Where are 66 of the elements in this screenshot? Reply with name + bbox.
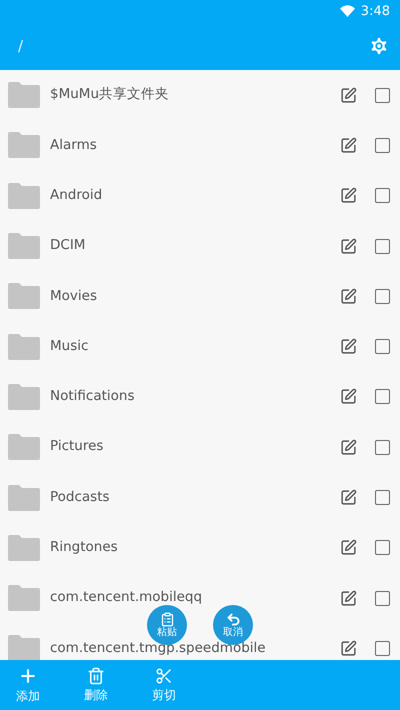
edit-icon: [340, 187, 357, 204]
rename-button[interactable]: [340, 288, 357, 305]
folder-name[interactable]: Android: [50, 188, 340, 202]
checkbox[interactable]: [375, 138, 390, 153]
folder-icon: [8, 434, 40, 460]
rename-button[interactable]: [340, 136, 357, 154]
folder-icon: [8, 534, 40, 561]
wifi-icon: [340, 5, 355, 17]
folder-icon: [8, 82, 40, 108]
folder-name[interactable]: Ringtones: [50, 541, 340, 555]
edit-icon: [340, 489, 357, 506]
folder-name[interactable]: Podcasts: [50, 490, 340, 504]
rename-button[interactable]: [340, 489, 357, 506]
checkbox[interactable]: [375, 640, 390, 656]
folder-icon: [8, 182, 40, 209]
checkbox[interactable]: [375, 238, 390, 254]
checkbox[interactable]: [375, 188, 390, 204]
rename-button[interactable]: [340, 86, 357, 104]
rename-button[interactable]: [340, 238, 357, 255]
undo-arrow-icon: [226, 612, 240, 627]
edit-icon: [340, 438, 357, 456]
status-time: 3:48: [360, 4, 390, 18]
folder-icon: [8, 334, 40, 360]
edit-icon: [340, 288, 357, 305]
folder-name[interactable]: Music: [50, 340, 340, 354]
edit-icon: [340, 590, 357, 607]
rename-button[interactable]: [340, 590, 357, 607]
rename-button[interactable]: [340, 338, 357, 356]
rename-button[interactable]: [340, 640, 357, 657]
edit-icon: [340, 388, 357, 406]
edit-icon: [340, 640, 357, 657]
folder-icon: [8, 484, 40, 511]
folder-name[interactable]: com.tencent.mobileqq: [50, 591, 340, 605]
edit-icon: [340, 86, 357, 104]
folder-icon: [8, 132, 40, 158]
folder-name[interactable]: Alarms: [50, 138, 340, 152]
clipboard-icon: [160, 612, 174, 627]
folder-name[interactable]: $MuMu共享文件夹: [50, 88, 340, 102]
checkbox[interactable]: [375, 389, 390, 404]
checkbox[interactable]: [375, 88, 390, 103]
folder-name[interactable]: DCIM: [50, 239, 340, 253]
folder-name[interactable]: Notifications: [50, 390, 340, 404]
edit-icon: [340, 238, 357, 255]
trash-icon: [87, 666, 105, 684]
scissors-icon: [155, 666, 173, 684]
checkbox[interactable]: [375, 440, 390, 455]
edit-icon: [340, 539, 357, 556]
folder-name[interactable]: Pictures: [50, 440, 340, 454]
rename-button[interactable]: [340, 388, 357, 406]
folder-icon: [8, 384, 40, 410]
checkbox[interactable]: [375, 490, 390, 506]
folder-icon: [8, 585, 40, 612]
folder-icon: [8, 283, 40, 310]
checkbox[interactable]: [375, 540, 390, 556]
folder-icon: [8, 233, 40, 260]
checkbox[interactable]: [375, 288, 390, 304]
rename-button[interactable]: [340, 187, 357, 204]
edit-icon: [340, 136, 357, 154]
rename-button[interactable]: [340, 438, 357, 456]
rename-button[interactable]: [340, 539, 357, 556]
checkbox[interactable]: [375, 339, 390, 354]
checkbox[interactable]: [375, 590, 390, 606]
edit-icon: [340, 338, 357, 356]
folder-icon: [8, 635, 40, 660]
current-path: /: [18, 37, 24, 55]
folder-name[interactable]: Movies: [50, 290, 340, 304]
